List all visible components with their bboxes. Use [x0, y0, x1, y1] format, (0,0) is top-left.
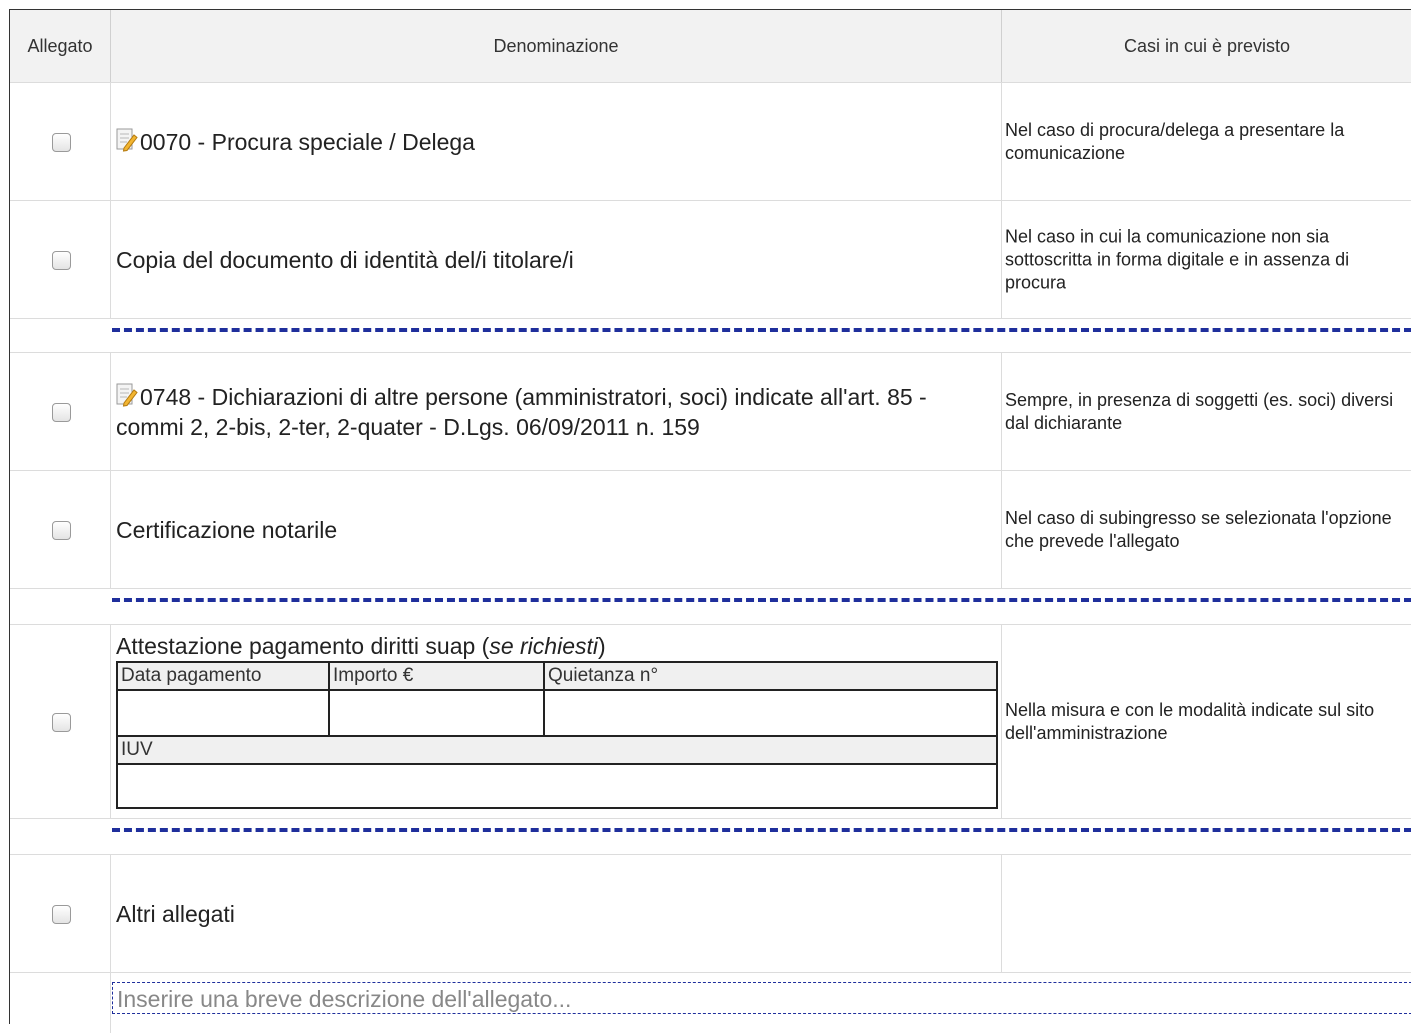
payment-note: se richiesti — [489, 633, 598, 659]
row-name: 0070 - Procura speciale / Delega — [116, 127, 995, 157]
row-name: Certificazione notarile — [116, 516, 338, 543]
row-case: Nella misura e con le modalità indicate … — [1005, 699, 1375, 743]
row-case: Sempre, in presenza di soggetti (es. soc… — [1005, 389, 1394, 433]
dashed-separator — [112, 328, 1411, 332]
label-quietanza: Quietanza n° — [543, 661, 998, 691]
row-case: Nel caso di procura/delega a presentare … — [1005, 119, 1345, 163]
payment-title: Attestazione pagamento diritti suap (se … — [116, 633, 606, 659]
allegato-checkbox-procura[interactable] — [52, 132, 71, 152]
data-pagamento-input[interactable] — [116, 689, 330, 737]
table-row: Certificazione notarile Nel caso di subi… — [10, 471, 1411, 589]
table-row: Copia del documento di identità del/i ti… — [10, 201, 1411, 319]
edit-document-icon[interactable] — [116, 383, 139, 407]
allegato-checkbox-pagamento[interactable] — [52, 712, 71, 732]
allegato-description-input[interactable]: Inserire una breve descrizione dell'alle… — [112, 982, 1411, 1014]
label-data-pagamento: Data pagamento — [116, 661, 330, 691]
payment-table: Data pagamento Importo € Quietanza n° IU… — [116, 661, 998, 809]
header-denominazione: Denominazione — [111, 10, 1002, 82]
section-separator — [10, 319, 1411, 353]
header-allegato: Allegato — [10, 10, 111, 82]
table-row: 0070 - Procura speciale / Delega Nel cas… — [10, 83, 1411, 201]
quietanza-input[interactable] — [543, 689, 998, 737]
allegato-checkbox-certificazione[interactable] — [52, 520, 71, 540]
iuv-input[interactable] — [116, 763, 998, 809]
label-importo: Importo € — [328, 661, 545, 691]
header-casi: Casi in cui è previsto — [1123, 35, 1291, 56]
attachments-table: Allegato Denominazione Casi in cui è pre… — [9, 9, 1411, 1033]
allegato-checkbox-altri[interactable] — [52, 904, 71, 924]
table-row: Altri allegati — [10, 855, 1411, 973]
dashed-separator — [112, 828, 1411, 832]
section-separator — [10, 819, 1411, 855]
table-row: 0748 - Dichiarazioni di altre persone (a… — [10, 353, 1411, 471]
importo-input[interactable] — [328, 689, 545, 737]
allegato-checkbox-dichiarazioni[interactable] — [52, 402, 71, 422]
row-name: 0748 - Dichiarazioni di altre persone (a… — [116, 382, 995, 442]
label-iuv: IUV — [116, 735, 998, 765]
dashed-separator — [112, 598, 1411, 602]
row-name-text: 0748 - Dichiarazioni di altre persone (a… — [116, 383, 927, 440]
row-name: Altri allegati — [116, 900, 235, 927]
table-row-payment: Attestazione pagamento diritti suap (se … — [10, 625, 1411, 819]
table-header: Allegato Denominazione Casi in cui è pre… — [10, 10, 1411, 83]
row-case: Nel caso in cui la comunicazione non sia… — [1005, 226, 1350, 292]
row-case: Nel caso di subingresso se selezionata l… — [1005, 507, 1392, 551]
section-separator — [10, 589, 1411, 625]
row-name-text: 0070 - Procura speciale / Delega — [140, 128, 475, 155]
edit-document-icon[interactable] — [116, 128, 139, 152]
description-row: Inserire una breve descrizione dell'alle… — [10, 973, 1411, 1033]
row-name: Copia del documento di identità del/i ti… — [116, 246, 574, 273]
allegato-checkbox-documento-identita[interactable] — [52, 250, 71, 270]
